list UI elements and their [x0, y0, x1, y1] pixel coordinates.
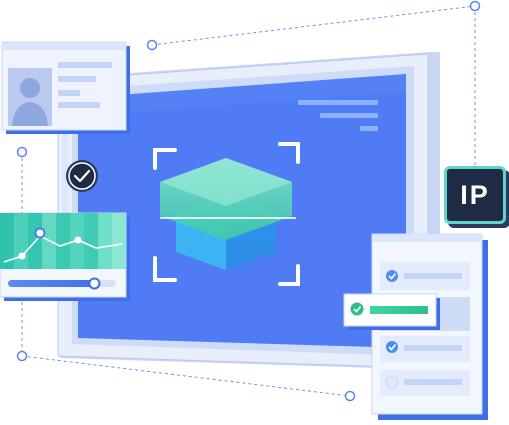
chart-point [34, 227, 46, 239]
check-icon [350, 302, 364, 316]
illustration [0, 0, 488, 420]
chart-bars [0, 213, 126, 269]
checklist-item [380, 370, 470, 396]
check-circle-icon [66, 160, 98, 192]
highlighted-row [343, 293, 440, 330]
chart-point [18, 252, 26, 260]
slider-fill [8, 280, 95, 287]
ip-badge: IP [444, 166, 506, 224]
checklist-item [380, 336, 470, 362]
chart-point [74, 236, 82, 244]
slider-handle [88, 277, 101, 290]
checklist-item [380, 262, 470, 290]
ip-badge-label: IP [460, 179, 490, 210]
profile-card [1, 41, 130, 134]
chart-card [0, 212, 130, 301]
